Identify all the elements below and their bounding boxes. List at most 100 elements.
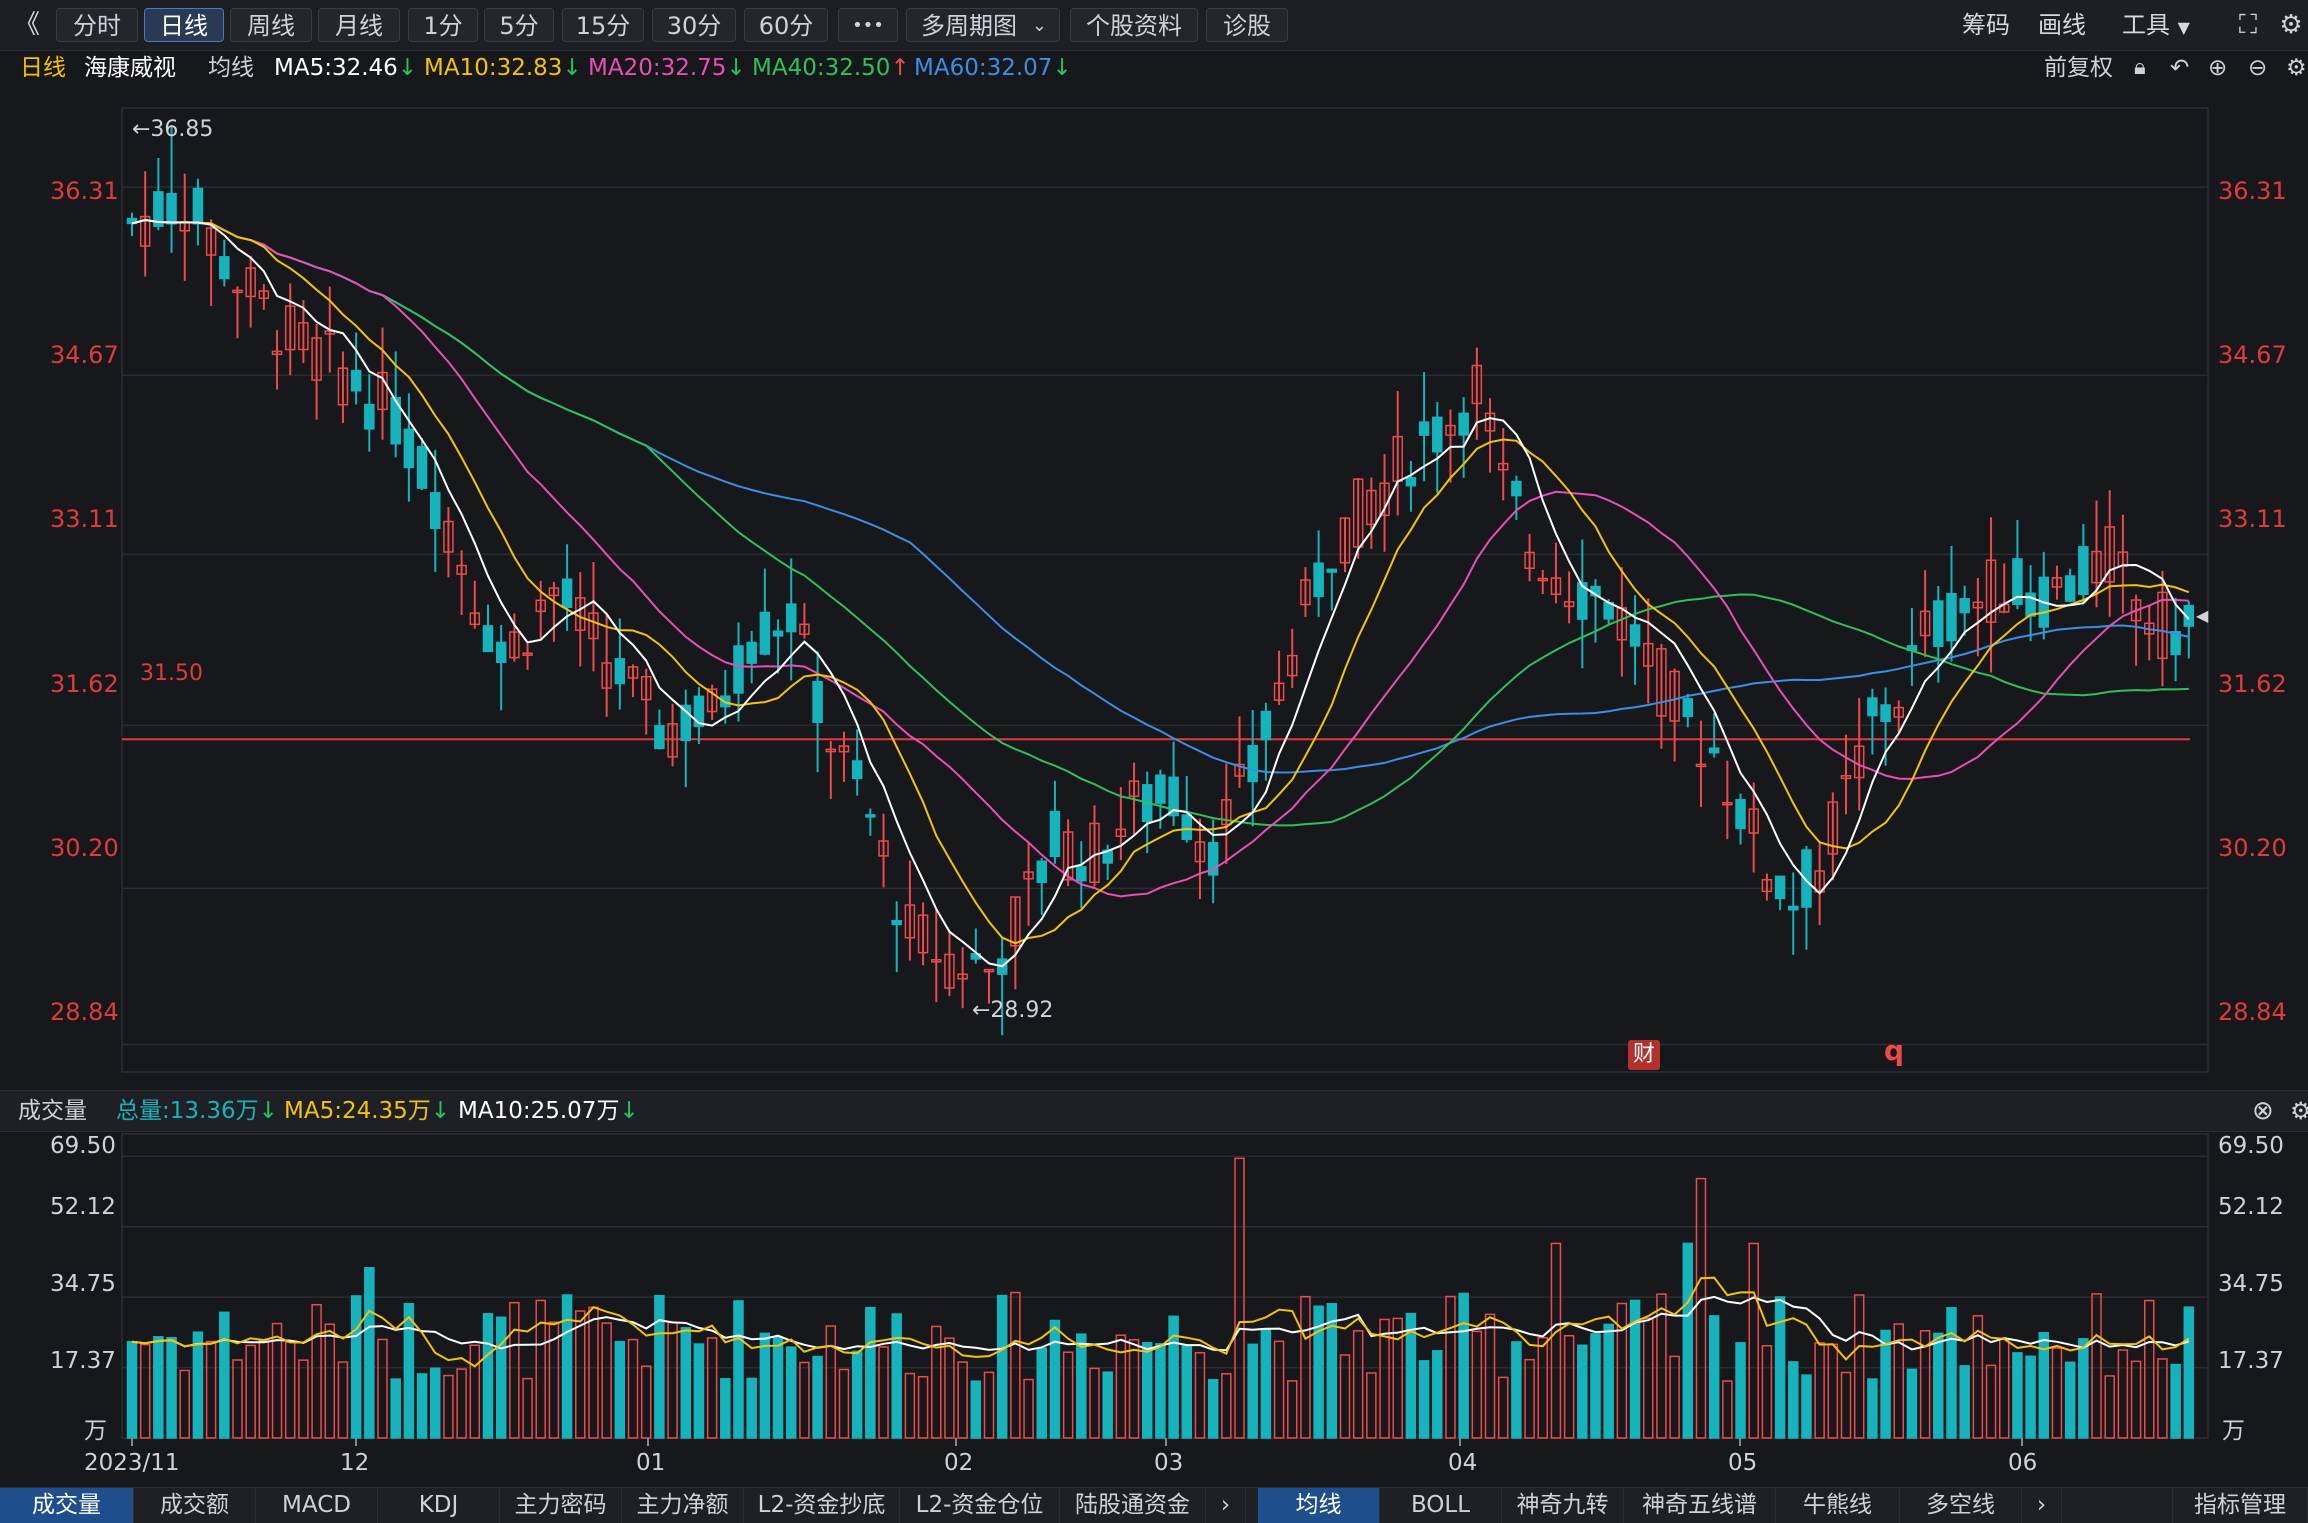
candle-body [654,725,665,750]
price-tick: 28.84 [50,998,119,1026]
volume-bar [2130,1360,2142,1439]
volume-bar [733,1300,744,1439]
volume-bar [1801,1374,1812,1439]
candle-body [403,428,415,469]
price-tick: 33.11 [2218,505,2287,533]
volume-bar [2051,1347,2063,1439]
close-icon[interactable]: ⊗ [2252,1091,2274,1131]
volume-bar [1273,1340,1285,1439]
volume-bar [2170,1363,2181,1439]
volume-bar [258,1340,270,1439]
candle-body [1682,698,1694,718]
tab-l2-bottom-fishing[interactable]: L2-资金抄底 [744,1488,900,1523]
volume-bar [799,1361,810,1439]
tab-main-force-net[interactable]: 主力净额 [622,1488,744,1523]
candle-body [561,578,573,609]
chevron-right-icon[interactable]: › [2022,1488,2062,1523]
volume-bar [2144,1299,2155,1439]
volume-bar [2157,1358,2168,1439]
volume-bar [838,1368,850,1439]
tab-magic-nine[interactable]: 神奇九转 [1502,1488,1624,1523]
tab-l2-position[interactable]: L2-资金仓位 [900,1488,1060,1523]
volume-bar [1946,1307,1957,1439]
volume-bar [575,1310,586,1439]
volume-bar [746,1377,757,1439]
candle-body [1629,624,1641,647]
volume-bar [1682,1242,1694,1439]
volume-bar [1695,1177,1707,1439]
volume-bar [825,1325,837,1439]
volume-tick: 34.75 [50,1271,116,1297]
volume-bar [153,1336,164,1439]
candle-body [1405,477,1417,487]
indicator-manage-button[interactable]: 指标管理 [2172,1488,2308,1523]
volume-bar [812,1355,823,1439]
volume-bar [284,1341,296,1439]
event-marker-q[interactable]: q [1884,1034,1904,1067]
volume-bar [1511,1341,1522,1439]
volume-bar [2064,1361,2076,1439]
tab-main-force-code[interactable]: 主力密码 [500,1488,622,1523]
tab-northbound-funds[interactable]: 陆股通资金 [1060,1488,1206,1523]
candle-body [1418,421,1430,436]
volume-bar [654,1294,665,1439]
volume-bar [1194,1351,1206,1439]
candle-body [812,680,823,724]
volume-bar [2117,1349,2129,1439]
volume-bar [298,1359,309,1439]
volume-bar [1484,1313,1496,1439]
volume-bar [1497,1376,1509,1439]
tab-volume[interactable]: 成交量 [0,1488,134,1523]
volume-bar [1761,1345,1773,1439]
finance-event-badge[interactable]: 财 [1628,1040,1660,1070]
volume-bar [667,1321,678,1439]
volume-bar [891,1313,902,1439]
chevron-right-icon[interactable]: › [1206,1488,1246,1523]
volume-bar [1102,1371,1113,1439]
volume-bar [1959,1365,1970,1439]
date-tick: 06 [2008,1450,2038,1476]
tab-macd[interactable]: MACD [256,1488,378,1523]
date-tick: 02 [944,1450,974,1476]
tab-bull-bear-line[interactable]: 牛熊线 [1776,1488,1900,1523]
volume-bar [403,1302,415,1439]
candle-body [1735,799,1746,830]
volume-bar [205,1340,217,1439]
candle-body [1432,416,1443,453]
volume-bar [759,1332,771,1439]
candle-body [364,403,375,430]
volume-bar [1023,1378,1034,1439]
volume-bar [416,1373,428,1439]
tab-long-short-line[interactable]: 多空线 [1900,1488,2022,1523]
volume-bar [561,1294,573,1439]
volume-bar [970,1380,982,1439]
gear-icon[interactable]: ⚙ [2290,1091,2308,1131]
candle-body [785,603,797,633]
volume-bar [1181,1345,1193,1439]
tab-kdj[interactable]: KDJ [378,1488,500,1523]
tab-magic-five-lines[interactable]: 神奇五线谱 [1624,1488,1776,1523]
volume-bar [1722,1380,1733,1439]
volume-bar [495,1316,507,1439]
date-tick: 2023/11 [84,1450,180,1476]
candle-body [1076,866,1087,882]
tab-boll[interactable]: BOLL [1380,1488,1502,1523]
price-panel-frame [121,107,2209,1073]
tab-turnover[interactable]: 成交额 [134,1488,256,1523]
candle-body [1247,744,1258,783]
kline-chart[interactable] [0,0,2308,1522]
candle-body [614,658,626,685]
candle-body [1880,704,1891,722]
candle-body [1181,814,1193,840]
volume-bar [2183,1306,2195,1439]
volume-tick: 17.37 [2218,1348,2284,1374]
date-tick: 05 [1728,1450,1758,1476]
volume-bar [126,1340,138,1439]
high-price-marker: ←36.85 [132,117,214,142]
volume-bar [944,1337,955,1439]
volume-bar [1247,1343,1258,1439]
ma60-line [131,218,2190,774]
volume-bar [1563,1334,1575,1439]
tab-ma[interactable]: 均线 [1258,1488,1380,1523]
candle-body [350,369,362,392]
